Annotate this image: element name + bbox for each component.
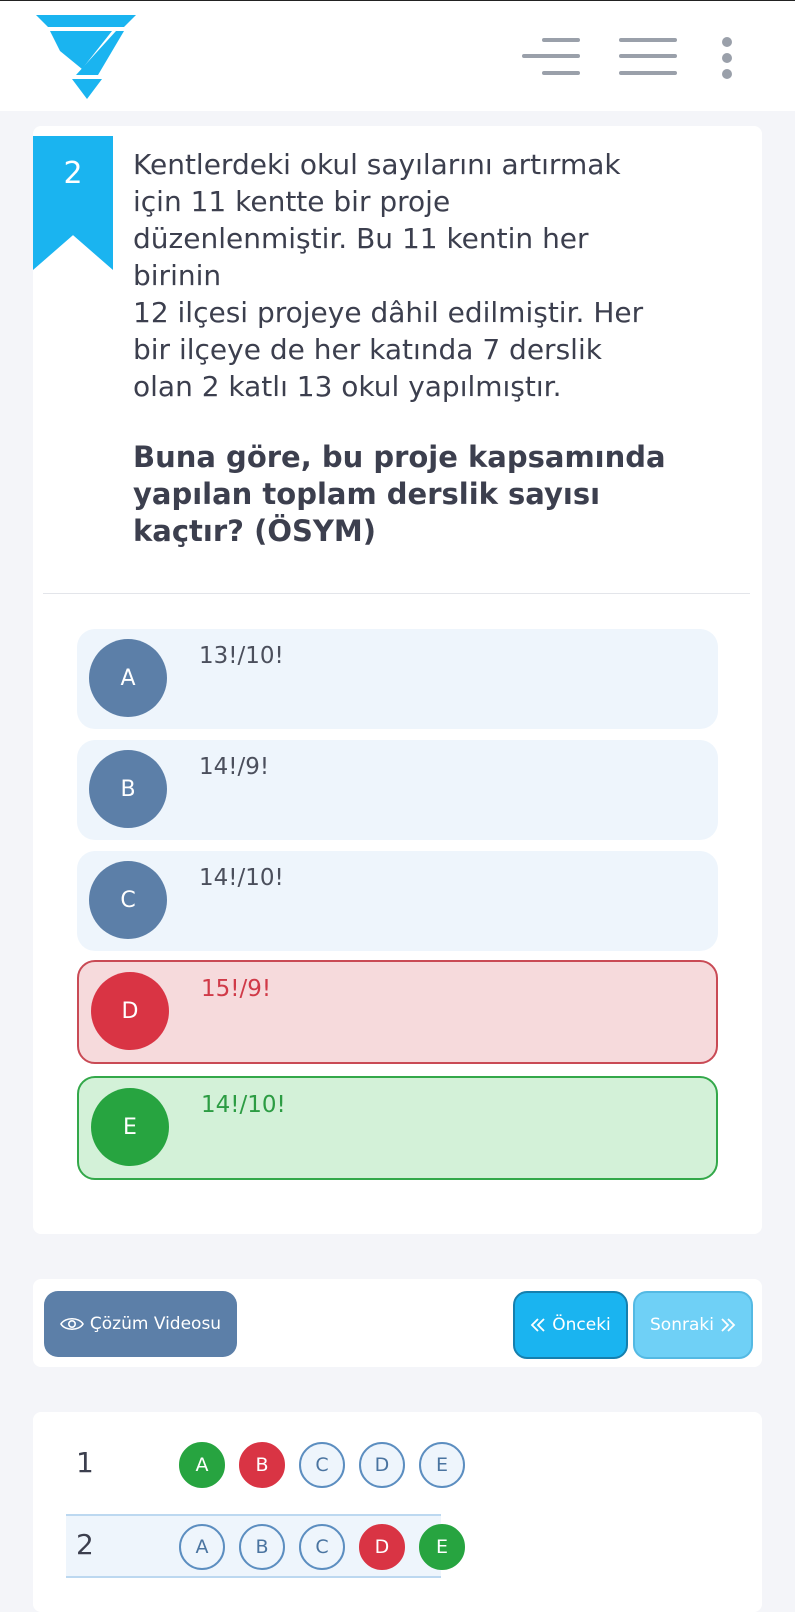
answer-row-2: 2 A B C D E <box>66 1514 465 1578</box>
option-letter: B <box>89 750 167 828</box>
question-text: Kentlerdeki okul sayılarını artırmak içi… <box>133 148 644 403</box>
option-e[interactable]: E 14!/10! <box>77 1076 718 1180</box>
answer-bubble-d[interactable]: D <box>359 1524 405 1570</box>
answer-bubble-c[interactable]: C <box>299 1442 345 1488</box>
answer-bubble-e[interactable]: E <box>419 1524 465 1570</box>
triangle-logo[interactable] <box>36 13 136 99</box>
option-letter: D <box>91 972 169 1050</box>
option-text: 13!/10! <box>199 643 284 669</box>
menu-icon[interactable] <box>619 38 677 78</box>
top-bar <box>0 0 795 111</box>
option-letter: A <box>89 639 167 717</box>
solution-video-button[interactable]: Çözüm Videosu <box>44 1291 237 1357</box>
previous-button[interactable]: Önceki <box>513 1291 628 1359</box>
eye-icon <box>59 1317 84 1331</box>
answer-bubble-e[interactable]: E <box>419 1442 465 1488</box>
option-text: 14!/9! <box>199 754 270 780</box>
list-icon[interactable] <box>522 38 580 78</box>
option-d[interactable]: D 15!/9! <box>77 960 718 1064</box>
option-text: 14!/10! <box>199 865 284 891</box>
option-text: 14!/10! <box>201 1092 286 1118</box>
answer-bubble-a[interactable]: A <box>179 1524 225 1570</box>
option-b[interactable]: B 14!/9! <box>77 740 718 840</box>
answer-row-1: 1 A B C D E <box>66 1434 465 1494</box>
chevrons-left-icon <box>530 1318 545 1332</box>
answer-bubble-b[interactable]: B <box>239 1524 285 1570</box>
chevrons-right-icon <box>721 1318 736 1332</box>
row-number: 1 <box>76 1446 94 1479</box>
option-letter: E <box>91 1088 169 1166</box>
question-prompt: Buna göre, bu proje kapsamında yapılan t… <box>133 440 666 548</box>
option-a[interactable]: A 13!/10! <box>77 629 718 729</box>
answer-bubble-d[interactable]: D <box>359 1442 405 1488</box>
next-label: Sonraki <box>650 1315 714 1335</box>
solution-video-label: Çözüm Videosu <box>89 1314 222 1334</box>
question-card: 2 Kentlerdeki okul sayılarını artırmak i… <box>33 126 762 1234</box>
option-letter: C <box>89 861 167 939</box>
previous-label: Önceki <box>552 1315 611 1335</box>
row-number: 2 <box>76 1528 94 1561</box>
navigation-bar: Çözüm Videosu Önceki Sonraki <box>33 1279 762 1367</box>
question-number: 2 <box>63 156 83 191</box>
more-vertical-icon[interactable] <box>721 37 733 79</box>
answer-bubble-b[interactable]: B <box>239 1442 285 1488</box>
answer-sheet: 1 A B C D E 2 A B C D E <box>33 1412 762 1612</box>
next-button[interactable]: Sonraki <box>633 1291 753 1359</box>
divider <box>43 593 750 594</box>
option-c[interactable]: C 14!/10! <box>77 851 718 951</box>
answer-bubble-a[interactable]: A <box>179 1442 225 1488</box>
answer-bubble-c[interactable]: C <box>299 1524 345 1570</box>
option-text: 15!/9! <box>201 976 272 1002</box>
